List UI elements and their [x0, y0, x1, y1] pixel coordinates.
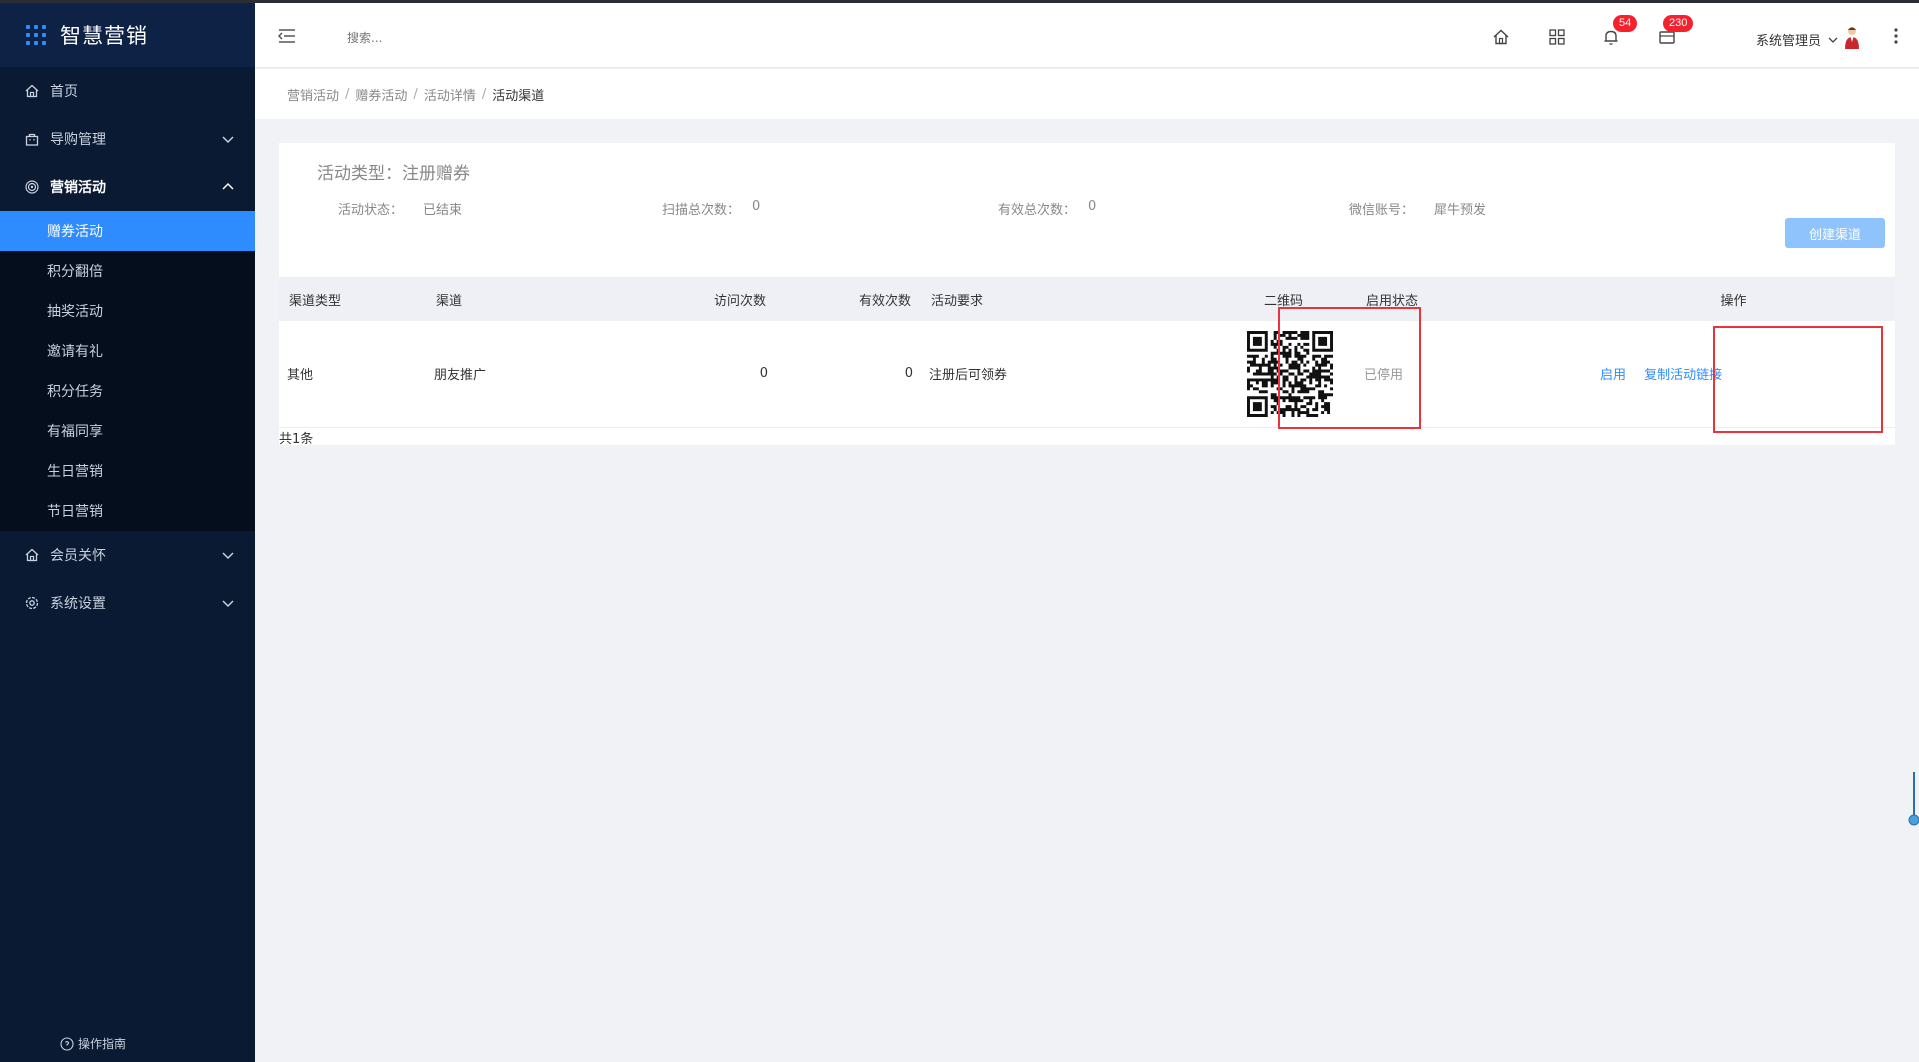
stat-value: 犀牛预发	[1434, 203, 1487, 218]
home-icon	[24, 547, 40, 563]
sidebar-item-member-care[interactable]: 会员关怀	[0, 531, 255, 579]
search-input[interactable]	[347, 27, 647, 49]
sidebar-subitem-points-task[interactable]: 积分任务	[0, 371, 255, 411]
breadcrumb-current: 活动渠道	[492, 88, 545, 104]
stat-label: 活动状态：	[338, 203, 404, 218]
sidebar-subitem-share[interactable]: 有福同享	[0, 411, 255, 451]
stat-valid-total: 有效总次数： 0	[998, 199, 1096, 218]
sidebar-item-label: 营销活动	[50, 180, 106, 196]
table-header-row: 渠道类型 渠道 访问次数 有效次数 活动要求 二维码 启用状态 操作	[279, 277, 1895, 321]
stat-label: 微信账号：	[1349, 203, 1415, 218]
more-vertical-icon[interactable]	[1893, 27, 1899, 45]
activity-stats: 活动状态： 已结束 扫描总次数： 0 有效总次数： 0 微信账号： 犀牛预发	[279, 199, 1895, 219]
marketing-submenu: 赠券活动 积分翻倍 抽奖活动 邀请有礼 积分任务 有福同享 生日营销 节日营销	[0, 211, 255, 531]
chevron-down-icon	[222, 600, 234, 608]
cell-visits: 0	[759, 366, 768, 382]
scrollbar-handle[interactable]	[1907, 770, 1919, 828]
sidebar: 智慧营销 首页 导购管理 营销活动 赠券活动 积分翻倍 抽奖活动 邀请有礼 积分…	[0, 0, 255, 1062]
chevron-down-icon	[222, 136, 234, 144]
cell-requirement: 注册后可领券	[929, 368, 1008, 384]
highlight-box-actions	[1713, 326, 1883, 433]
sidebar-item-label: 系统设置	[50, 596, 106, 612]
stat-label: 扫描总次数：	[662, 203, 741, 218]
home-icon[interactable]	[1491, 27, 1511, 47]
col-header-channel: 渠道	[436, 293, 463, 309]
sidebar-subitem-double-points[interactable]: 积分翻倍	[0, 251, 255, 291]
home-icon	[24, 83, 40, 99]
gear-icon	[24, 595, 40, 611]
table-row: 其他 朋友推广 0 0 注册后可领券 已停用 启用 复制活动链接	[279, 321, 1895, 427]
sidebar-item-settings[interactable]: 系统设置	[0, 579, 255, 627]
enable-link[interactable]: 启用	[1600, 368, 1626, 383]
col-header-visits: 访问次数	[713, 293, 766, 309]
chevron-down-icon	[222, 552, 234, 560]
target-icon	[24, 179, 40, 195]
bag-icon	[24, 131, 40, 147]
stat-value: 0	[752, 199, 761, 214]
col-header-actions: 操作	[1720, 293, 1747, 309]
sidebar-menu: 首页 导购管理 营销活动 赠券活动 积分翻倍 抽奖活动 邀请有礼 积分任务 有福…	[0, 67, 255, 627]
sidebar-item-label: 导购管理	[50, 132, 106, 148]
breadcrumb-item-detail[interactable]: 活动详情	[424, 85, 476, 104]
stat-status: 活动状态： 已结束	[338, 199, 462, 218]
chevron-down-icon	[1828, 37, 1838, 43]
apps-icon[interactable]	[1547, 27, 1567, 47]
sidebar-subitem-birthday[interactable]: 生日营销	[0, 451, 255, 491]
sidebar-subitem-invite[interactable]: 邀请有礼	[0, 331, 255, 371]
sidebar-subitem-holiday[interactable]: 节日营销	[0, 491, 255, 531]
breadcrumb-separator: /	[345, 86, 350, 102]
sidebar-item-marketing[interactable]: 营销活动	[0, 163, 255, 211]
user-name: 系统管理员	[1755, 34, 1821, 49]
highlight-box-qrcode	[1278, 307, 1421, 429]
breadcrumb-item-marketing[interactable]: 营销活动	[287, 85, 339, 104]
cell-type: 其他	[287, 368, 314, 384]
top-header: 54 230 系统管理员	[255, 0, 1919, 68]
stat-value: 0	[1088, 199, 1097, 214]
sidebar-item-guide-management[interactable]: 导购管理	[0, 115, 255, 163]
cell-valid: 0	[904, 366, 913, 382]
notifications-badge: 54	[1613, 15, 1638, 32]
stat-scan-total: 扫描总次数： 0	[662, 199, 760, 218]
page-title: 活动类型：注册赠券	[317, 164, 470, 184]
menu-toggle-icon[interactable]	[277, 27, 297, 45]
breadcrumb-item-coupon[interactable]: 赠券活动	[355, 85, 407, 104]
table-total-count: 共1条	[279, 432, 314, 447]
activity-channel-card: 活动类型：注册赠券 活动状态： 已结束 扫描总次数： 0 有效总次数： 0 微信…	[279, 143, 1895, 447]
create-channel-button[interactable]: 创建渠道	[1785, 218, 1885, 248]
sidebar-item-label: 会员关怀	[50, 548, 106, 564]
messages-badge: 230	[1663, 15, 1694, 32]
cell-channel: 朋友推广	[434, 368, 487, 384]
col-header-valid: 有效次数	[858, 293, 911, 309]
apps-grid-icon	[26, 25, 46, 45]
help-circle-icon	[60, 1036, 74, 1051]
stat-label: 有效总次数：	[998, 203, 1077, 218]
sidebar-subitem-lottery[interactable]: 抽奖活动	[0, 291, 255, 331]
sidebar-subitem-coupon[interactable]: 赠券活动	[0, 211, 255, 251]
app-title: 智慧营销	[60, 24, 148, 48]
breadcrumb-separator: /	[413, 86, 418, 102]
app-logo[interactable]: 智慧营销	[0, 3, 255, 67]
col-header-type: 渠道类型	[289, 293, 342, 309]
stat-value: 已结束	[423, 203, 463, 218]
stat-wechat-account: 微信账号： 犀牛预发	[1349, 199, 1486, 218]
col-header-requirement: 活动要求	[931, 293, 984, 309]
user-menu[interactable]: 系统管理员	[1756, 30, 1839, 49]
operation-guide-link[interactable]: 操作指南	[60, 1035, 126, 1052]
sidebar-item-home[interactable]: 首页	[0, 67, 255, 115]
avatar[interactable]	[1843, 25, 1861, 49]
sidebar-item-label: 首页	[50, 84, 78, 100]
guide-label: 操作指南	[78, 1037, 127, 1051]
chevron-up-icon	[222, 182, 234, 190]
breadcrumb-separator: /	[481, 86, 487, 102]
copy-activity-link[interactable]: 复制活动链接	[1644, 368, 1722, 383]
breadcrumb: 营销活动 / 赠券活动 / 活动详情 / 活动渠道	[255, 69, 1919, 119]
channel-table: 渠道类型 渠道 访问次数 有效次数 活动要求 二维码 启用状态 操作 其他 朋友…	[279, 277, 1895, 428]
